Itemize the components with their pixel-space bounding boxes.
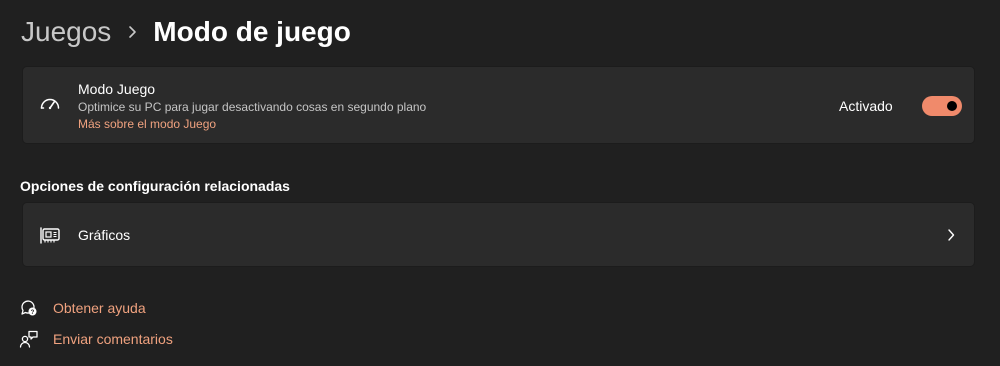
svg-text:?: ? [31,310,35,316]
game-mode-toggle[interactable] [922,96,962,116]
settings-page: Juegos Modo de juego Modo Juego Optimice… [0,0,1000,366]
gauge-icon [37,92,63,118]
help-icon: ? [19,298,39,318]
graphics-label: Gráficos [78,227,131,243]
send-feedback-link[interactable]: Enviar comentarios [19,328,173,350]
game-mode-title: Modo Juego [78,81,156,97]
get-help-label: Obtener ayuda [53,300,146,316]
game-mode-card: Modo Juego Optimice su PC para jugar des… [22,66,975,144]
graphics-card-icon [37,222,63,248]
chevron-right-icon [121,25,145,39]
related-settings-heading: Opciones de configuración relacionadas [20,178,290,194]
get-help-link[interactable]: ? Obtener ayuda [19,297,146,319]
page-title: Modo de juego [153,16,351,47]
chevron-right-icon [944,227,958,243]
feedback-icon [19,329,39,349]
toggle-status-label: Activado [839,98,893,114]
learn-more-link[interactable]: Más sobre el modo Juego [78,117,216,131]
graphics-settings-item[interactable]: Gráficos [22,202,975,267]
toggle-knob [947,101,957,111]
breadcrumb-parent-link[interactable]: Juegos [21,12,111,52]
game-mode-description: Optimice su PC para jugar desactivando c… [78,100,427,114]
breadcrumb: Juegos Modo de juego [21,12,351,52]
send-feedback-label: Enviar comentarios [53,331,173,347]
